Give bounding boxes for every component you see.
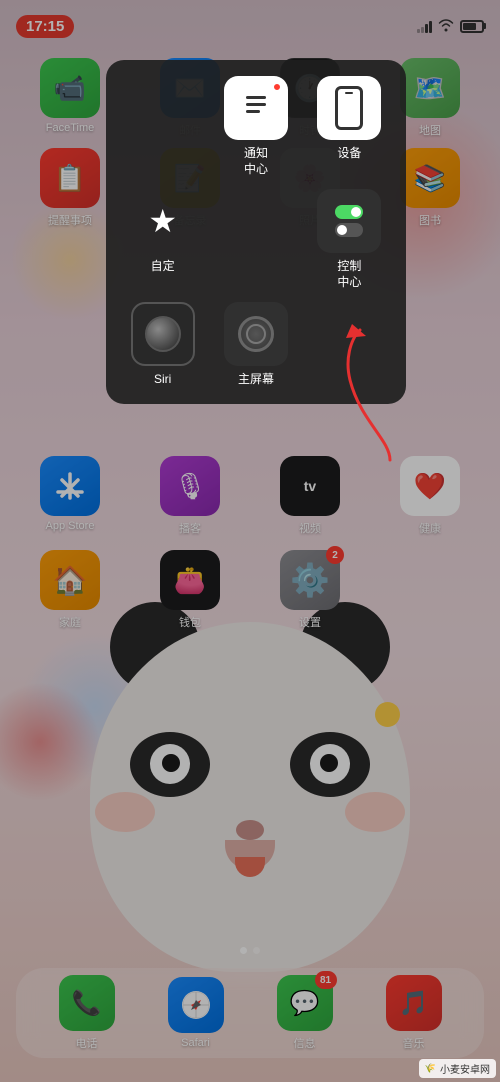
context-menu: 通知中心 设备 ★ 自定: [106, 60, 406, 404]
watermark: 🌾 小麦安卓网: [419, 1059, 496, 1078]
menu-customize-label: 自定: [151, 259, 175, 275]
menu-customize[interactable]: ★ 自定: [122, 189, 203, 290]
control-icon: [335, 205, 363, 237]
notification-dot: [272, 82, 282, 92]
menu-notification-center[interactable]: 通知中心: [215, 76, 296, 177]
star-icon: ★: [148, 202, 177, 240]
menu-notification-label: 通知中心: [244, 146, 268, 177]
home-button-icon: [238, 316, 274, 352]
menu-control-center[interactable]: 控制中心: [309, 189, 390, 290]
menu-control-label: 控制中心: [337, 259, 361, 290]
menu-homescreen-label: 主屏幕: [238, 372, 274, 388]
siri-icon: [145, 316, 181, 352]
menu-device-label: 设备: [337, 146, 361, 162]
watermark-text: 小麦安卓网: [440, 1061, 490, 1076]
menu-device[interactable]: 设备: [309, 76, 390, 177]
device-phone-icon: [335, 86, 363, 130]
menu-siri-label: Siri: [154, 372, 171, 388]
menu-siri[interactable]: Siri: [122, 302, 203, 388]
menu-homescreen[interactable]: 主屏幕: [215, 302, 296, 388]
